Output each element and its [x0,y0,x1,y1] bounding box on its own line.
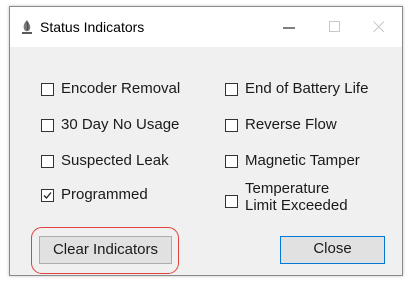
checkmark-icon [43,192,52,199]
close-icon [373,21,385,33]
checkbox-label: Magnetic Tamper [245,152,360,169]
checkbox-encoder-removal[interactable]: Encoder Removal [41,80,211,100]
checkbox-box[interactable] [225,195,238,208]
maximize-icon [329,21,340,32]
dialog-client-area: Encoder Removal 30 Day No Usage Suspecte… [10,47,402,275]
checkbox-temperature-limit-exceeded[interactable]: Temperature Limit Exceeded [225,180,395,220]
close-button[interactable]: Close [280,236,385,264]
clear-indicators-button[interactable]: Clear Indicators [39,236,172,264]
checkbox-magnetic-tamper[interactable]: Magnetic Tamper [225,152,395,172]
minimize-icon [283,27,295,29]
window-title: Status Indicators [40,19,145,35]
checkbox-label: Programmed [61,186,148,203]
checkbox-box[interactable] [41,83,54,96]
maximize-button[interactable] [312,7,358,47]
checkbox-box[interactable] [41,155,54,168]
checkbox-box[interactable] [225,119,238,132]
checkbox-reverse-flow[interactable]: Reverse Flow [225,116,395,136]
checkbox-programmed[interactable]: Programmed [41,186,211,206]
checkbox-box-checked[interactable] [41,189,54,202]
window-close-button[interactable] [356,7,402,47]
title-bar[interactable]: Status Indicators [10,7,402,47]
checkbox-label-line2: Limit Exceeded [245,197,348,214]
checkbox-end-of-battery-life[interactable]: End of Battery Life [225,80,395,100]
checkbox-30-day-no-usage[interactable]: 30 Day No Usage [41,116,211,136]
checkbox-label: Reverse Flow [245,116,337,133]
checkbox-label: Encoder Removal [61,80,181,97]
checkbox-box[interactable] [41,119,54,132]
checkbox-label: 30 Day No Usage [61,116,180,133]
checkbox-suspected-leak[interactable]: Suspected Leak [41,152,211,172]
checkbox-box[interactable] [225,83,238,96]
checkbox-box[interactable] [225,155,238,168]
status-indicators-dialog: Status Indicators Encoder Removal 30 Day… [9,6,403,276]
app-icon [20,19,34,35]
minimize-button[interactable] [266,7,312,47]
checkbox-label: End of Battery Life [245,80,369,97]
checkbox-label-line1: Temperature [245,180,330,197]
checkbox-label: Suspected Leak [61,152,169,169]
close-button-label: Close [313,240,352,257]
